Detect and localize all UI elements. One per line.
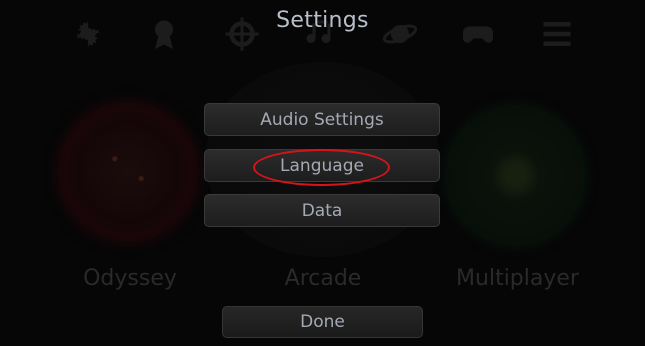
done-button[interactable]: Done	[222, 306, 423, 338]
dialog-title: Settings	[276, 8, 369, 33]
language-button[interactable]: Language	[204, 149, 440, 182]
odyssey-orb	[62, 106, 194, 238]
data-button[interactable]: Data	[204, 194, 440, 227]
multiplayer-orb	[448, 108, 583, 243]
mode-label-multiplayer: Multiplayer	[456, 266, 579, 291]
audio-settings-button[interactable]: Audio Settings	[204, 103, 440, 136]
mode-label-odyssey: Odyssey	[83, 266, 177, 291]
mode-label-arcade: Arcade	[284, 266, 362, 291]
